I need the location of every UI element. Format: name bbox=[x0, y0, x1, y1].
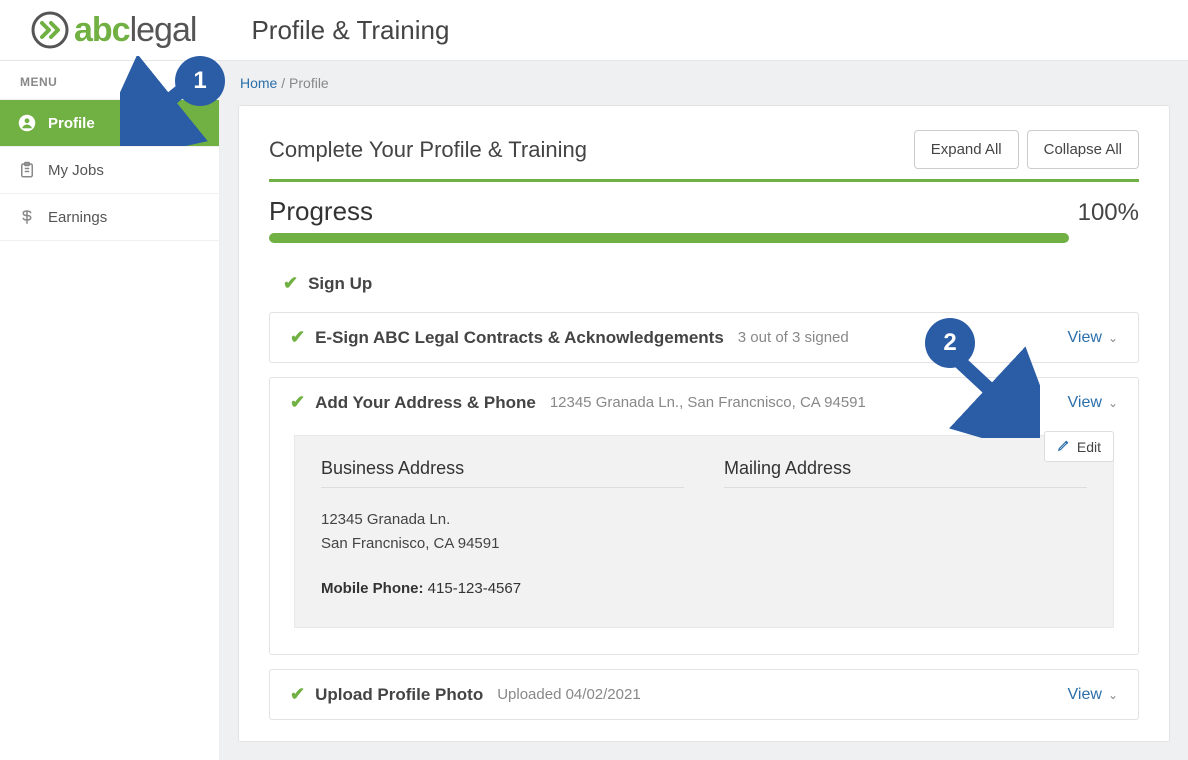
collapse-all-button[interactable]: Collapse All bbox=[1027, 130, 1139, 169]
step-photo-head[interactable]: ✔ Upload Profile Photo Uploaded 04/02/20… bbox=[270, 670, 1138, 719]
step-title: E-Sign ABC Legal Contracts & Acknowledge… bbox=[315, 328, 724, 348]
mailing-address-col: Mailing Address bbox=[724, 458, 1087, 597]
annotation-circle: 1 bbox=[175, 56, 225, 106]
main-area: Home / Profile Complete Your Profile & T… bbox=[220, 61, 1188, 760]
logo-chevrons-icon bbox=[30, 10, 70, 50]
step-title: Upload Profile Photo bbox=[315, 685, 483, 705]
step-subtitle: Uploaded 04/02/2021 bbox=[497, 686, 640, 703]
step-title: Add Your Address & Phone bbox=[315, 393, 536, 413]
logo[interactable]: abclegal bbox=[30, 10, 196, 50]
content-heading: Complete Your Profile & Training bbox=[269, 137, 587, 163]
edit-button[interactable]: Edit bbox=[1044, 431, 1114, 462]
dollar-icon bbox=[18, 208, 38, 226]
progress-percent: 100% bbox=[1078, 199, 1139, 227]
clipboard-icon bbox=[18, 161, 38, 179]
address-line2: San Francnisco, CA 94591 bbox=[321, 532, 684, 556]
address-line1: 12345 Granada Ln. bbox=[321, 508, 684, 532]
address-panel: Business Address 12345 Granada Ln. San F… bbox=[294, 435, 1114, 628]
mailing-address-heading: Mailing Address bbox=[724, 458, 1087, 488]
breadcrumb: Home / Profile bbox=[220, 61, 1188, 105]
step-subtitle: 3 out of 3 signed bbox=[738, 329, 849, 346]
business-address-heading: Business Address bbox=[321, 458, 684, 488]
logo-text: abclegal bbox=[74, 11, 196, 50]
breadcrumb-sep: / bbox=[281, 75, 285, 91]
progress-bar bbox=[269, 233, 1069, 243]
chevron-down-icon: ⌄ bbox=[1108, 688, 1118, 702]
sidebar-item-myjobs[interactable]: My Jobs bbox=[0, 147, 219, 194]
phone-label: Mobile Phone: bbox=[321, 580, 424, 597]
progress-row: Progress 100% bbox=[269, 196, 1139, 227]
step-subtitle: 12345 Granada Ln., San Francnisco, CA 94… bbox=[550, 394, 866, 411]
logo-text-legal: legal bbox=[130, 11, 197, 49]
view-label: View bbox=[1068, 329, 1102, 347]
chevron-down-icon: ⌄ bbox=[1108, 396, 1118, 410]
check-icon: ✔ bbox=[290, 684, 305, 705]
breadcrumb-current: Profile bbox=[289, 75, 329, 91]
pencil-icon bbox=[1057, 438, 1071, 455]
view-label: View bbox=[1068, 394, 1102, 412]
view-link-esign[interactable]: View ⌄ bbox=[1068, 329, 1118, 347]
annotation-circle: 2 bbox=[925, 318, 975, 368]
check-icon: ✔ bbox=[290, 327, 305, 348]
progress-label: Progress bbox=[269, 196, 373, 227]
view-label: View bbox=[1068, 686, 1102, 704]
sidebar-item-label: My Jobs bbox=[48, 162, 104, 179]
sidebar-item-earnings[interactable]: Earnings bbox=[0, 194, 219, 241]
business-address-col: Business Address 12345 Granada Ln. San F… bbox=[321, 458, 684, 597]
annotation-1: 1 bbox=[120, 56, 220, 146]
phone-row: Mobile Phone: 415-123-4567 bbox=[321, 580, 684, 597]
progress-bar-fill bbox=[269, 233, 1069, 243]
divider bbox=[269, 179, 1139, 182]
check-icon: ✔ bbox=[283, 273, 298, 294]
annotation-number: 1 bbox=[193, 67, 206, 95]
annotation-2: 2 bbox=[920, 318, 1040, 438]
step-address-body: Edit Business Address 12345 Granada Ln. … bbox=[270, 427, 1138, 654]
content-header: Complete Your Profile & Training Expand … bbox=[269, 130, 1139, 169]
page-title: Profile & Training bbox=[251, 15, 449, 46]
phone-value: 415-123-4567 bbox=[428, 580, 521, 597]
step-title: Sign Up bbox=[308, 274, 372, 294]
person-icon bbox=[18, 114, 38, 132]
chevron-down-icon: ⌄ bbox=[1108, 331, 1118, 345]
view-link-address[interactable]: View ⌄ bbox=[1068, 394, 1118, 412]
step-photo: ✔ Upload Profile Photo Uploaded 04/02/20… bbox=[269, 669, 1139, 720]
sidebar: MENU Profile My Jobs Earnings bbox=[0, 61, 220, 760]
header-bar: abclegal Profile & Training bbox=[0, 0, 1188, 61]
sidebar-item-label: Profile bbox=[48, 115, 95, 132]
sidebar-item-label: Earnings bbox=[48, 209, 107, 226]
progress-bar-wrap bbox=[269, 233, 1139, 243]
edit-label: Edit bbox=[1077, 439, 1101, 455]
view-link-photo[interactable]: View ⌄ bbox=[1068, 686, 1118, 704]
check-icon: ✔ bbox=[290, 392, 305, 413]
step-signup: ✔ Sign Up bbox=[269, 263, 1139, 312]
annotation-number: 2 bbox=[943, 329, 956, 357]
breadcrumb-home-link[interactable]: Home bbox=[240, 75, 277, 91]
expand-all-button[interactable]: Expand All bbox=[914, 130, 1019, 169]
logo-text-abc: abc bbox=[74, 11, 130, 49]
